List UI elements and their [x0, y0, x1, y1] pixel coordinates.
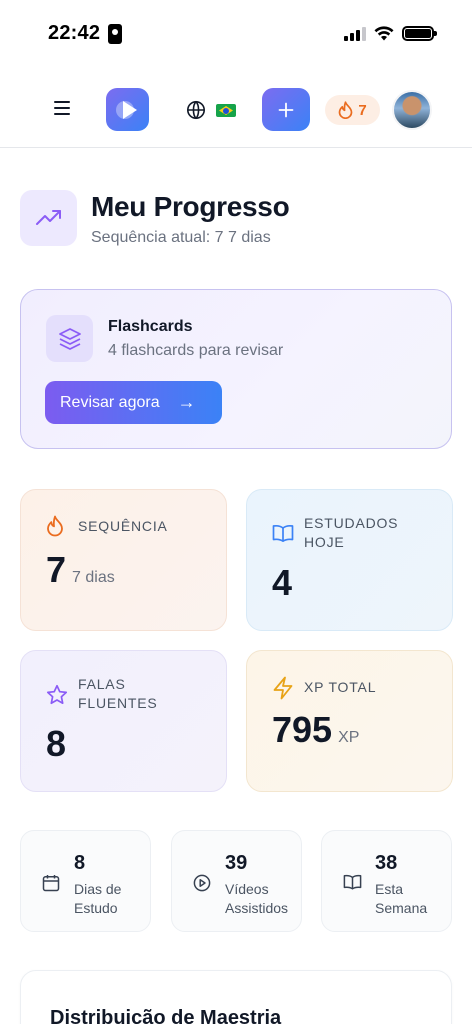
- status-time: 22:42: [48, 22, 101, 44]
- streak-stat-value: 77 dias: [46, 549, 115, 590]
- flame-icon: [338, 101, 353, 119]
- studied-today-stat-card: ESTUDADOS HOJE 4: [246, 489, 453, 631]
- studied-today-stat-label: ESTUDADOS HOJE: [304, 515, 399, 550]
- xp-total-stat-card: XP TOTAL 795 XP: [246, 650, 453, 792]
- flashcards-subtitle: 4 flashcards para revisar: [108, 342, 284, 359]
- videos-watched-label: Vídeos Assistidos: [225, 881, 289, 916]
- orientation-lock-icon: [108, 24, 122, 44]
- review-now-label: Revisar agora: [60, 393, 160, 411]
- status-indicators: [344, 26, 437, 41]
- zap-icon: [273, 676, 293, 700]
- app-logo-button[interactable]: [106, 88, 149, 131]
- trending-up-icon: [35, 210, 61, 225]
- streak-stat-card: SEQUÊNCIA 77 dias: [20, 489, 227, 631]
- streak-badge[interactable]: 7: [325, 95, 380, 125]
- videos-watched-value: 39: [225, 852, 248, 874]
- book-icon: [343, 874, 362, 890]
- page-subtitle: Sequência atual: 7 7 dias: [91, 229, 271, 246]
- fluent-speech-stat-card: FALAS FLUENTES 8: [20, 650, 227, 792]
- study-days-value: 8: [74, 852, 86, 874]
- review-now-button[interactable]: Revisar agora →: [45, 381, 222, 424]
- signal-icon: [344, 27, 366, 41]
- streak-stat-unit: 7 dias: [72, 569, 115, 586]
- menu-icon[interactable]: [54, 101, 70, 115]
- wifi-icon: [374, 26, 394, 41]
- xp-total-stat-label: XP TOTAL: [304, 679, 377, 695]
- streak-stat-label: SEQUÊNCIA: [78, 518, 168, 534]
- battery-icon: [402, 26, 437, 41]
- this-week-value: 38: [375, 852, 398, 874]
- study-days-card: 8 Dias de Estudo: [20, 830, 151, 932]
- layers-icon-tile: [46, 315, 93, 362]
- this-week-card: 38 Esta Semana: [321, 830, 452, 932]
- plus-icon: [278, 102, 294, 117]
- mastery-distribution-card: Distribuição de Maestria: [20, 970, 452, 1024]
- study-days-label: Dias de Estudo: [74, 881, 122, 916]
- videos-watched-card: 39 Vídeos Assistidos: [171, 830, 302, 932]
- flashcards-title: Flashcards: [108, 318, 193, 335]
- calendar-icon: [42, 875, 60, 892]
- flame-icon: [47, 515, 63, 537]
- app-header: 7: [0, 80, 472, 148]
- status-bar: 22:42: [0, 0, 472, 64]
- fluent-speech-stat-value: 8: [46, 723, 67, 764]
- flashcards-card: Flashcards 4 flashcards para revisar Rev…: [20, 289, 452, 449]
- book-open-icon: [272, 524, 294, 542]
- play-circle-icon: [193, 874, 211, 892]
- brazil-flag-icon[interactable]: [216, 104, 236, 117]
- arrow-right-icon: →: [177, 392, 196, 412]
- layers-icon: [58, 327, 81, 350]
- studied-today-stat-value: 4: [272, 562, 293, 603]
- star-icon: [46, 684, 68, 705]
- page-title: Meu Progresso: [91, 191, 290, 222]
- globe-icon[interactable]: [186, 100, 206, 120]
- play-logo-icon: [115, 100, 137, 119]
- fluent-speech-stat-label: FALAS FLUENTES: [78, 676, 158, 711]
- xp-total-stat-value: 795 XP: [272, 709, 360, 750]
- xp-total-stat-unit: XP: [338, 729, 360, 746]
- streak-count: 7: [358, 101, 367, 119]
- this-week-label: Esta Semana: [375, 881, 428, 916]
- trending-up-icon-tile: [20, 190, 77, 246]
- add-button[interactable]: [262, 88, 310, 131]
- avatar[interactable]: [392, 90, 432, 130]
- mastery-distribution-title: Distribuição de Maestria: [50, 1007, 282, 1024]
